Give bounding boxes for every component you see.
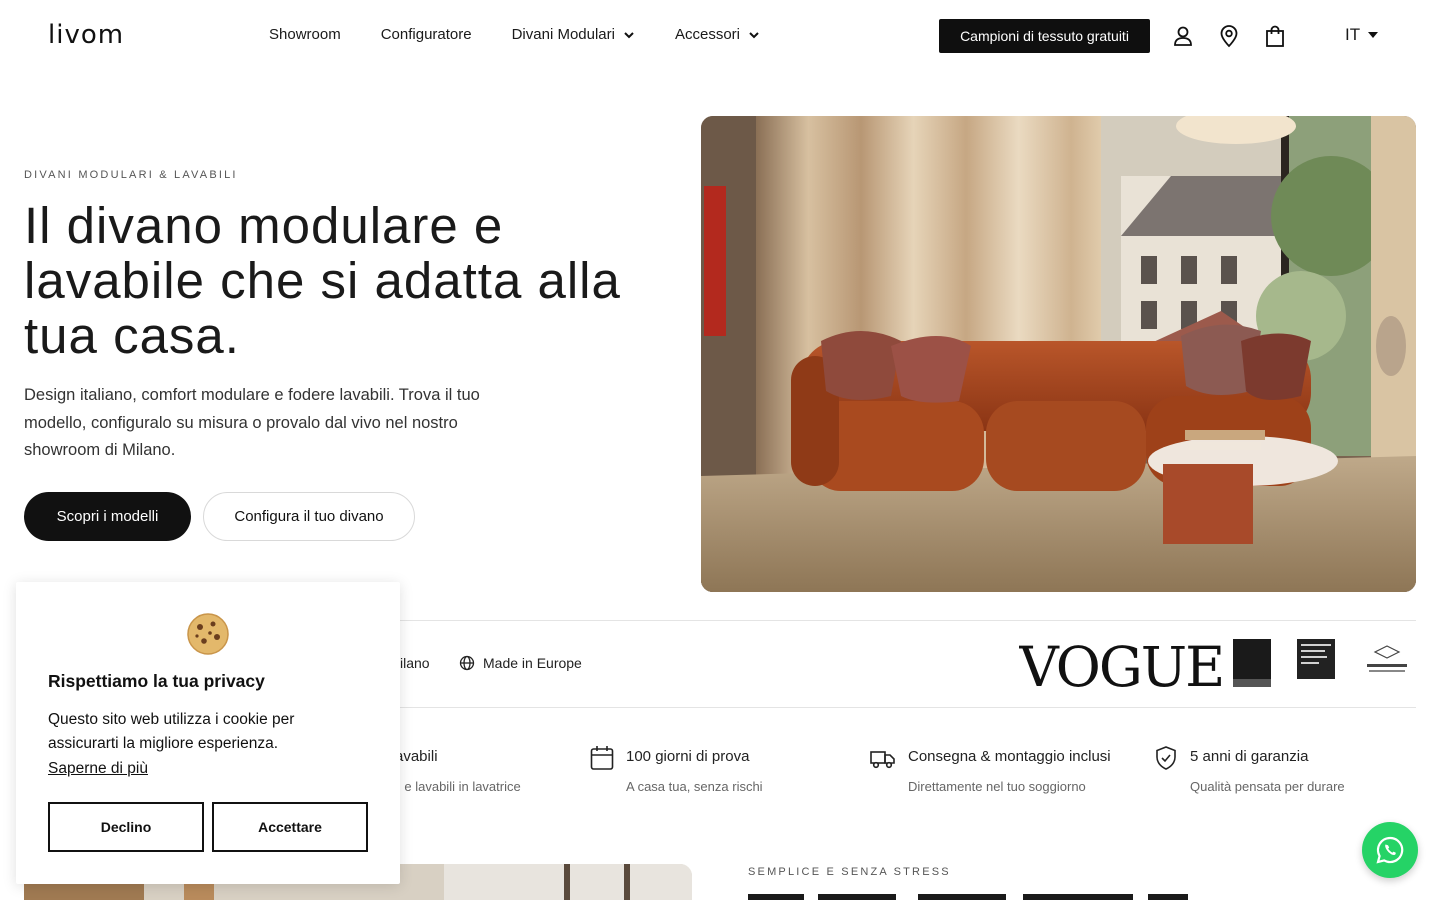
- learn-more-link[interactable]: Saperne di più: [48, 760, 148, 778]
- made-in-europe: Made in Europe: [459, 655, 582, 671]
- section-eyebrow: SEMPLICE E SENZA STRESS: [748, 866, 951, 878]
- cookie-banner: Rispettiamo la tua privacy Questo sito w…: [16, 582, 400, 884]
- main-nav: Showroom Configuratore Divani Modulari A…: [269, 26, 760, 43]
- cookie-title: Rispettiamo la tua privacy: [48, 671, 265, 691]
- hero-image: [701, 116, 1416, 592]
- hero-title: Il divano modulare e lavabile che si ada…: [24, 197, 621, 364]
- free-samples-button[interactable]: Campioni di tessuto gratuiti: [939, 19, 1150, 53]
- showroom-trust: ilano: [400, 655, 430, 671]
- location-pin-icon[interactable]: [1217, 24, 1241, 48]
- whatsapp-button[interactable]: [1362, 822, 1418, 878]
- vogue-logo: VOGUE: [1019, 636, 1223, 692]
- calendar-icon: [590, 746, 614, 770]
- globe-icon: [459, 655, 475, 671]
- shopping-bag-icon[interactable]: [1263, 24, 1287, 48]
- whatsapp-icon: [1376, 836, 1404, 864]
- hero-description: Design italiano, comfort modulare e fode…: [24, 386, 480, 459]
- chevron-down-icon: [749, 31, 759, 38]
- hero-eyebrow: DIVANI MODULARI & LAVABILI: [24, 169, 238, 181]
- caret-down-icon: [1368, 32, 1379, 38]
- logo[interactable]: livom: [48, 20, 124, 50]
- discover-models-button[interactable]: Scopri i modelli: [24, 492, 191, 541]
- accept-button[interactable]: Accettare: [212, 802, 368, 852]
- section-title-cropped: [748, 886, 1368, 900]
- cookie-icon: [187, 613, 229, 655]
- nav-divani-modulari[interactable]: Divani Modulari: [512, 26, 635, 43]
- language-selector[interactable]: IT: [1345, 25, 1379, 45]
- chevron-down-icon: [624, 31, 634, 38]
- nav-showroom[interactable]: Showroom: [269, 26, 341, 43]
- shield-check-icon: [1156, 746, 1176, 770]
- site-header: livom Showroom Configuratore Divani Modu…: [0, 0, 1440, 72]
- truck-icon: [870, 751, 895, 769]
- archiproducts-logo: [1367, 645, 1407, 672]
- user-icon[interactable]: [1171, 24, 1195, 48]
- nav-configuratore[interactable]: Configuratore: [381, 26, 472, 43]
- configure-sofa-button[interactable]: Configura il tuo divano: [203, 492, 415, 541]
- nav-accessori[interactable]: Accessori: [675, 26, 760, 43]
- decline-button[interactable]: Declino: [48, 802, 204, 852]
- award-logo-2: [1297, 639, 1335, 679]
- cookie-text: Questo sito web utilizza i cookie per as…: [48, 711, 295, 752]
- award-logo-1: [1233, 639, 1271, 687]
- press-awards: VOGUE: [1018, 635, 1416, 699]
